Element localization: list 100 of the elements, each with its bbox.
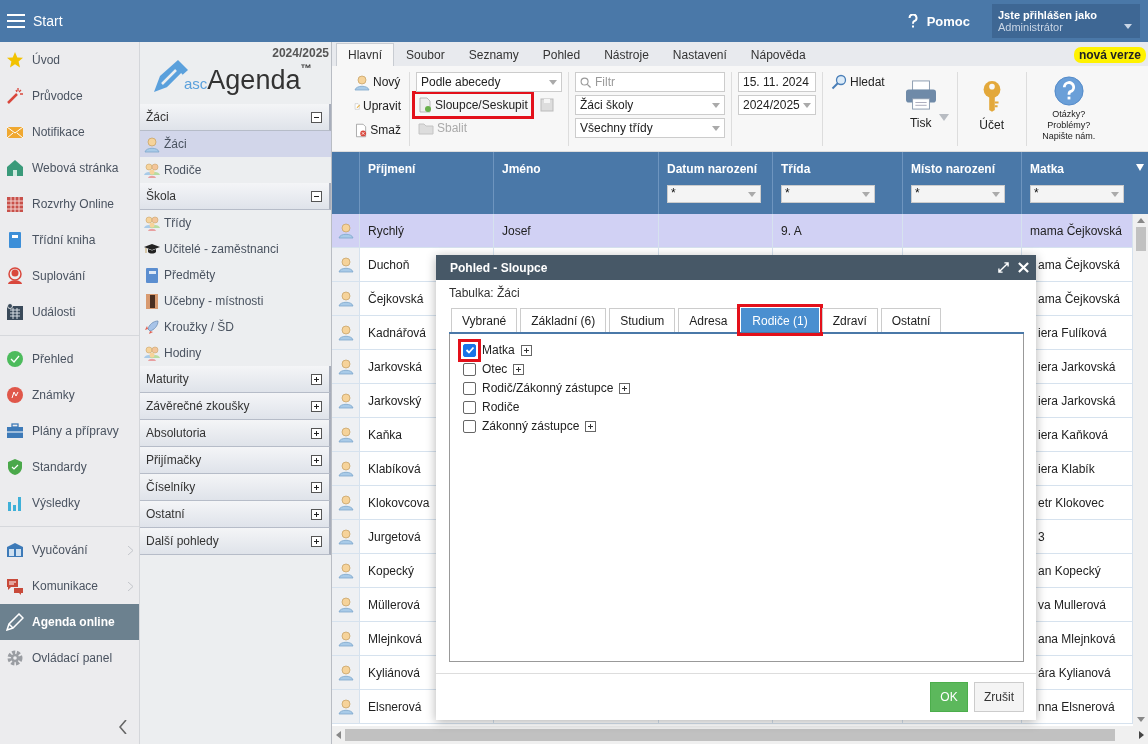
checkbox[interactable] xyxy=(458,338,481,362)
column-filter[interactable]: * xyxy=(667,185,761,203)
dialog-tab[interactable]: Vybrané xyxy=(451,308,518,332)
maximize-icon[interactable] xyxy=(998,262,1009,273)
expand-icon[interactable] xyxy=(585,420,597,432)
search-button[interactable]: Hledat xyxy=(829,72,887,92)
nav-item[interactable]: Události xyxy=(0,294,139,330)
school-year: 2024/2025 xyxy=(272,46,329,60)
toolbar-button[interactable]: Upravit xyxy=(352,96,403,116)
close-icon[interactable] xyxy=(1018,262,1029,273)
dialog-tab[interactable]: Ostatní xyxy=(880,308,942,332)
nav-item[interactable]: Notifikace xyxy=(0,114,139,150)
nav-item[interactable]: Průvodce xyxy=(0,78,139,114)
list-item[interactable]: Předměty xyxy=(140,262,331,288)
expand-icon[interactable] xyxy=(619,382,631,394)
column-header[interactable]: Třída * xyxy=(773,152,903,214)
class-select[interactable]: Všechny třídy xyxy=(575,118,725,138)
help-button[interactable]: Otázky? Problémy? Napište nám. xyxy=(1042,72,1096,142)
sort-select[interactable]: Podle abecedy xyxy=(416,72,562,92)
nav-item[interactable]: Vyučování xyxy=(0,532,139,568)
menu-icon[interactable] xyxy=(7,14,25,28)
nav-item[interactable]: Standardy xyxy=(0,449,139,485)
column-header[interactable]: Datum narození * xyxy=(659,152,773,214)
nav-item[interactable]: Ovládací panel xyxy=(0,640,139,676)
column-header[interactable]: Místo narození * xyxy=(903,152,1022,214)
ribbon-tab[interactable]: Soubor xyxy=(394,43,457,66)
toolbar-button[interactable]: Smaž xyxy=(352,120,403,140)
group-header[interactable]: Další pohledy xyxy=(140,528,331,555)
expand-icon[interactable] xyxy=(520,344,532,356)
list-item[interactable]: Třídy xyxy=(140,210,331,236)
group-header[interactable]: Ostatní xyxy=(140,501,331,528)
cancel-button[interactable]: Zrušit xyxy=(974,682,1024,712)
list-item[interactable]: Učebny - místnosti xyxy=(140,288,331,314)
column-filter[interactable]: * xyxy=(1030,185,1124,203)
ribbon-tab[interactable]: Seznamy xyxy=(456,43,531,66)
scope-select[interactable]: Žáci školy xyxy=(575,95,725,115)
caret-icon[interactable] xyxy=(1136,164,1144,171)
group-header[interactable]: Přijímačky xyxy=(140,447,331,474)
ribbon-tab[interactable]: Nastavení xyxy=(660,43,739,66)
column-filter[interactable]: * xyxy=(781,185,875,203)
help-link[interactable]: Pomoc xyxy=(926,13,970,29)
expand-icon[interactable] xyxy=(513,363,525,375)
filter-field[interactable]: Filtr xyxy=(575,72,725,92)
start-label[interactable]: Start xyxy=(33,13,63,29)
list-item[interactable]: Hodiny xyxy=(140,340,331,366)
user-menu[interactable]: Jste přihlášen jako Administrátor xyxy=(992,4,1140,38)
gear-icon xyxy=(6,649,24,667)
ribbon-tab[interactable]: Nápověda xyxy=(738,43,818,66)
nav-item[interactable]: Výsledky xyxy=(0,485,139,521)
ribbon-tab[interactable]: Nástroje xyxy=(592,43,661,66)
list-item[interactable]: Učitelé - zaměstnanci xyxy=(140,236,331,262)
scrollbar-thumb[interactable] xyxy=(1135,227,1146,251)
caret-icon xyxy=(549,80,557,85)
scroll-left-icon[interactable] xyxy=(336,731,341,739)
list-item[interactable]: Rodiče xyxy=(140,157,331,183)
column-header[interactable]: Matka * xyxy=(1022,152,1148,214)
toolbar-button[interactable]: Nový xyxy=(352,72,403,92)
group-header[interactable]: Číselníky xyxy=(140,474,331,501)
nav-item[interactable]: Plány a přípravy xyxy=(0,413,139,449)
help-icon[interactable] xyxy=(907,14,918,28)
group-header[interactable]: Absolutoria xyxy=(140,420,331,447)
list-item[interactable]: Žáci xyxy=(140,131,331,157)
scrollbar-thumb[interactable] xyxy=(345,729,1115,741)
dialog-tab[interactable]: Základní (6) xyxy=(520,308,607,332)
scroll-down-icon[interactable] xyxy=(1136,717,1145,722)
nav-item[interactable]: Rozvrhy Online xyxy=(0,186,139,222)
group-header[interactable]: Škola xyxy=(140,183,331,210)
columns-button[interactable]: Sloupce/Seskupit xyxy=(416,95,530,115)
nav-item[interactable]: Agenda online xyxy=(0,604,139,640)
scroll-right-icon[interactable] xyxy=(1139,731,1144,739)
new-version-badge[interactable]: nová verze xyxy=(1073,47,1146,63)
print-button[interactable]: Tisk xyxy=(904,72,937,130)
nav-item[interactable]: Známky xyxy=(0,377,139,413)
nav-item[interactable]: Třídní kniha xyxy=(0,222,139,258)
ribbon-tab[interactable]: Pohled xyxy=(530,43,593,66)
year-select[interactable]: 2024/2025 xyxy=(738,95,816,115)
account-button[interactable]: Účet xyxy=(977,72,1006,132)
chevron-left-icon[interactable] xyxy=(119,720,127,734)
nav-item[interactable]: Přehled xyxy=(0,341,139,377)
checkmark-icon xyxy=(464,345,475,355)
group-header[interactable]: Závěrečné zkoušky xyxy=(140,393,331,420)
column-filter[interactable]: * xyxy=(911,185,1005,203)
nav-item[interactable]: Suplování xyxy=(0,258,139,294)
nav-item[interactable]: Úvod xyxy=(0,42,139,78)
scroll-up-icon[interactable] xyxy=(1136,218,1145,223)
dialog-tab[interactable]: Studium xyxy=(609,308,676,332)
dialog-tab[interactable]: Zdraví xyxy=(821,308,878,332)
caret-icon xyxy=(748,192,756,197)
table-cell: 9. A xyxy=(773,214,903,248)
group-header[interactable]: Žáci xyxy=(140,104,331,131)
date-field[interactable]: 15. 11. 2024 xyxy=(738,72,816,92)
chat-icon xyxy=(6,577,24,595)
ribbon-tab[interactable]: Hlavní xyxy=(336,43,394,66)
nav-item[interactable]: Komunikace xyxy=(0,568,139,604)
list-item[interactable]: Kroužky / ŠD xyxy=(140,314,331,340)
nav-item[interactable]: Webová stránka xyxy=(0,150,139,186)
group-header[interactable]: Maturity xyxy=(140,366,331,393)
person-icon xyxy=(6,267,24,285)
check-circle-icon xyxy=(6,350,24,368)
trademark-mark: ™ xyxy=(300,62,312,74)
